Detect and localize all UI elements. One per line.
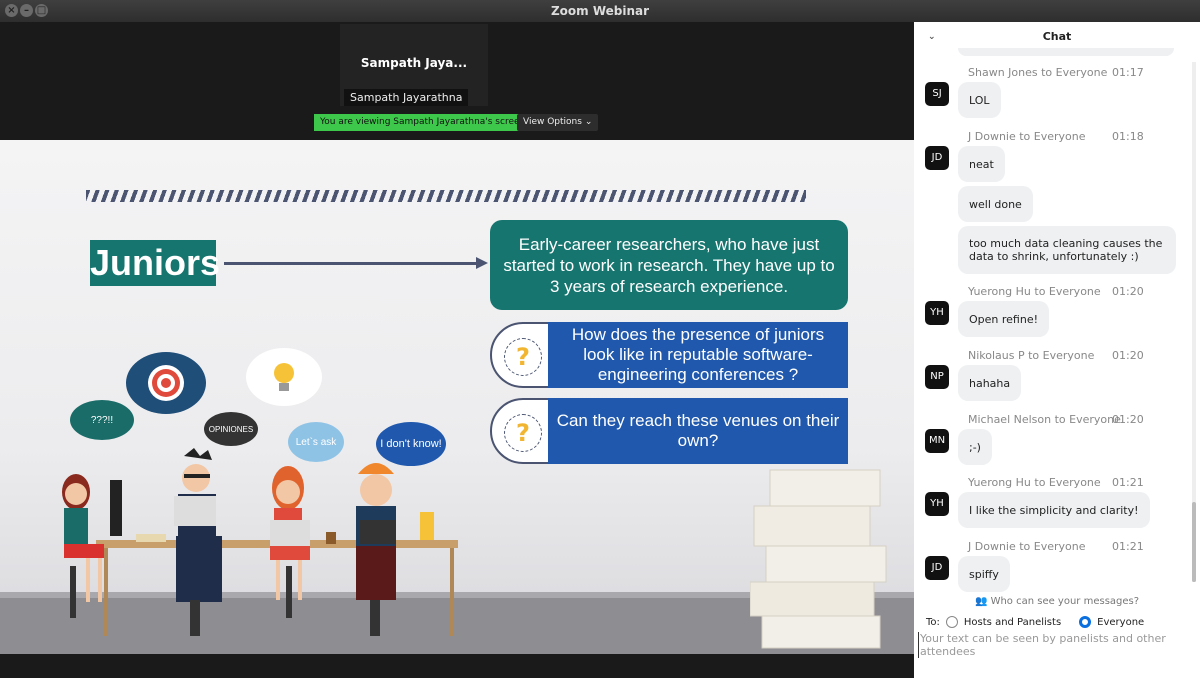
speech-bubble-confused: ???!! [70, 400, 134, 440]
avatar: YH [925, 492, 949, 516]
hosts-panelists-label[interactable]: Hosts and Panelists [964, 617, 1061, 628]
message-sender: Shawn Jones to Everyone [968, 66, 1108, 79]
everyone-label[interactable]: Everyone [1097, 617, 1144, 628]
message-sender: Yuerong Hu to Everyone [968, 476, 1101, 489]
message-time: 01:18 [1112, 130, 1144, 143]
target-icon [148, 365, 184, 401]
everyone-radio[interactable] [1079, 616, 1092, 628]
idea-bubble [246, 348, 322, 406]
chat-message-input[interactable]: Your text can be seen by panelists and o… [918, 632, 1188, 658]
message-bubble: LOL [958, 82, 1001, 118]
chat-title: Chat [1042, 30, 1072, 43]
question-cap: ? [490, 322, 552, 388]
speaker-name: Sampath Jaya... [360, 56, 468, 70]
scrollbar-thumb[interactable] [1192, 502, 1196, 582]
avatar: JD [925, 146, 949, 170]
question-row-2: ? Can they reach these venues on their o… [490, 398, 848, 464]
minimize-window-button[interactable]: – [20, 4, 33, 17]
window-titlebar: × – □ Zoom Webinar [0, 0, 1200, 22]
speaker-thumbnail[interactable]: Sampath Jaya... Sampath Jayarathna [340, 24, 488, 106]
message-bubble: well done [958, 186, 1033, 222]
who-can-see-label: Who can see your messages? [990, 596, 1140, 607]
slide-heading: Juniors [90, 240, 220, 286]
message-sender: Yuerong Hu to Everyone [968, 285, 1101, 298]
message-bubble: Open refine! [958, 301, 1050, 337]
target-bubble [126, 352, 206, 414]
dashed-divider [86, 190, 806, 202]
chat-scrollbar[interactable] [1192, 62, 1196, 582]
chevron-down-icon[interactable]: ⌄ [928, 22, 936, 52]
hosts-panelists-radio[interactable] [945, 616, 958, 628]
video-area: Sampath Jaya... Sampath Jayarathna You a… [0, 22, 914, 678]
people-icon: 👥 [974, 596, 988, 607]
arrow-line [224, 262, 480, 265]
message-time: 01:21 [1112, 540, 1144, 553]
question-1-text: How does the presence of juniors look li… [548, 322, 848, 388]
message-time: 01:20 [1112, 413, 1144, 426]
lightbulb-icon [274, 363, 294, 391]
avatar: SJ [925, 82, 949, 106]
chevron-down-icon: ⌄ [584, 117, 593, 127]
question-2-text: Can they reach these venues on their own… [548, 398, 848, 464]
recipient-selector: To: Hosts and Panelists Everyone [926, 616, 1144, 628]
to-label: To: [926, 616, 940, 628]
message-sender: J Downie to Everyone [968, 540, 1086, 553]
maximize-window-button[interactable]: □ [35, 4, 48, 17]
avatar: MN [925, 429, 949, 453]
message-bubble: ;-) [958, 429, 992, 465]
speaker-label: Sampath Jayarathna [344, 89, 469, 106]
message-time: 01:20 [1112, 285, 1144, 298]
question-mark-icon: ? [504, 414, 542, 452]
viewing-screen-badge: You are viewing Sampath Jayarathna's scr… [314, 114, 532, 131]
message-bubble: I like the simplicity and clarity! [958, 492, 1150, 528]
chat-panel: ⌄ Chat Shawn Jones to Everyone 01:17 SJ … [914, 22, 1200, 678]
message-time: 01:17 [1112, 66, 1144, 79]
avatar: NP [925, 365, 949, 389]
message-sender: Nikolaus P to Everyone [968, 349, 1095, 362]
message-bubble: spiffy [958, 556, 1010, 592]
message-sender: J Downie to Everyone [968, 130, 1086, 143]
previous-message-bubble [958, 48, 1174, 56]
researchers-illustration [62, 448, 454, 636]
view-options-label: View Options [523, 117, 582, 127]
close-window-button[interactable]: × [5, 4, 18, 17]
message-sender: Michael Nelson to Everyone [968, 413, 1121, 426]
who-can-see-link[interactable]: 👥 Who can see your messages? [914, 596, 1200, 607]
message-time: 01:20 [1112, 349, 1144, 362]
question-cap: ? [490, 398, 552, 464]
window-title: Zoom Webinar [550, 4, 650, 18]
message-bubble: neat [958, 146, 1005, 182]
definition-box: Early-career researchers, who have just … [490, 220, 848, 310]
shared-slide: Juniors Early-career researchers, who ha… [0, 140, 914, 654]
message-bubble: too much data cleaning causes the data t… [958, 226, 1176, 274]
paper-stack-illustration [750, 469, 887, 649]
message-bubble: hahaha [958, 365, 1022, 401]
view-options-button[interactable]: View Options ⌄ [517, 114, 599, 131]
avatar: YH [925, 301, 949, 325]
avatar: JD [925, 556, 949, 580]
arrow-head-icon [476, 257, 488, 269]
question-row-1: ? How does the presence of juniors look … [490, 322, 848, 388]
message-time: 01:21 [1112, 476, 1144, 489]
question-mark-icon: ? [504, 338, 542, 376]
